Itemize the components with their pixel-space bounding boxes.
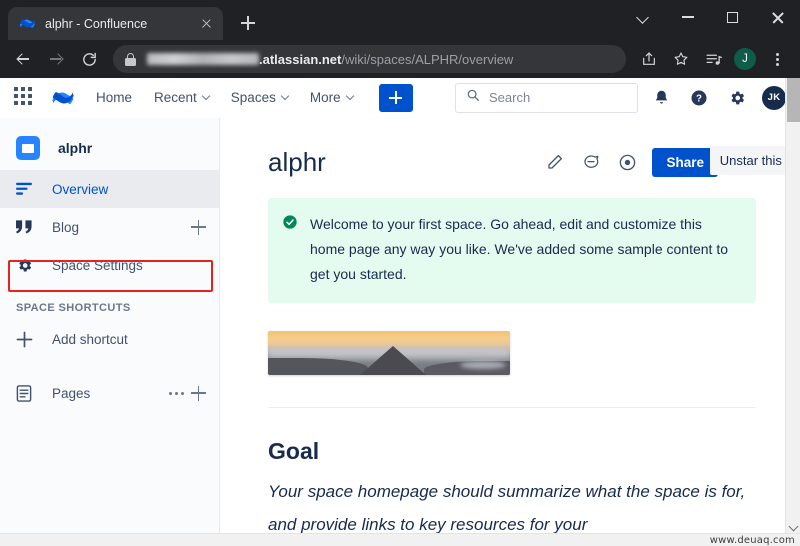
- watch-eye-icon[interactable]: [612, 147, 642, 177]
- settings-gear-icon[interactable]: [722, 83, 752, 113]
- address-bar-url: .atlassian.net/wiki/spaces/ALPHR/overvie…: [259, 52, 513, 67]
- window-controls: [620, 0, 800, 34]
- svg-text:?: ?: [696, 93, 702, 104]
- add-blog-post-icon[interactable]: [191, 219, 207, 235]
- space-avatar-icon: [16, 136, 40, 160]
- nav-item-more[interactable]: More: [309, 90, 354, 105]
- chevron-down-icon: [345, 91, 354, 101]
- browser-tab-title: alphr - Confluence: [45, 16, 148, 31]
- confluence-logo-icon[interactable]: [50, 86, 76, 110]
- space-shortcuts-header: SPACE SHORTCUTS: [16, 302, 131, 314]
- sidebar-item-label: Space Settings: [52, 257, 143, 273]
- pages-more-options-icon[interactable]: [169, 385, 187, 401]
- nav-item-spaces[interactable]: Spaces: [230, 90, 290, 105]
- maximize-icon[interactable]: [710, 0, 755, 34]
- search-icon: [466, 88, 480, 107]
- share-button[interactable]: Share: [652, 147, 718, 177]
- sidebar-item-label: Add shortcut: [52, 331, 128, 347]
- user-avatar-initials: JK: [767, 92, 781, 103]
- sidebar-item-label: Overview: [52, 181, 109, 197]
- chevron-down-icon: [280, 91, 290, 101]
- content-divider: [268, 407, 756, 408]
- horizontal-scrollbar[interactable]: www.deuaq.com: [0, 533, 800, 546]
- add-page-icon[interactable]: [191, 385, 207, 401]
- page-viewport: Home Recent Spaces More Search ? JK alph…: [0, 78, 800, 546]
- browser-window: alphr - Confluence .atlassian.net/wiki/s…: [0, 0, 800, 546]
- browser-titlebar: alphr - Confluence: [0, 0, 800, 40]
- search-placeholder: Search: [489, 90, 531, 105]
- redacted-url-segment: [147, 53, 259, 65]
- reload-button[interactable]: [74, 44, 104, 74]
- address-bar[interactable]: .atlassian.net/wiki/spaces/ALPHR/overvie…: [113, 45, 626, 73]
- url-domain: .atlassian.net: [259, 51, 342, 67]
- browser-toolbar: .atlassian.net/wiki/spaces/ALPHR/overvie…: [0, 40, 800, 78]
- watermark-text: www.deuaq.com: [707, 535, 797, 546]
- bookmark-star-icon[interactable]: [666, 44, 696, 74]
- sunset-mountain-photo: [268, 331, 510, 375]
- chevron-down-icon: [201, 91, 211, 101]
- space-sidebar: alphr Overview Blog Space Settings SPACE…: [0, 118, 220, 546]
- comment-icon[interactable]: [576, 147, 606, 177]
- scroll-down-arrow-icon[interactable]: [788, 521, 799, 532]
- welcome-banner: Welcome to your first space. Go ahead, e…: [268, 198, 756, 303]
- plus-icon: [16, 331, 38, 348]
- profile-initial: J: [734, 48, 756, 70]
- forward-button[interactable]: [41, 44, 71, 74]
- overview-icon: [16, 182, 38, 196]
- goal-heading: Goal: [268, 438, 320, 464]
- sidebar-item-label: Blog: [52, 219, 80, 235]
- chevron-down-icon[interactable]: [620, 0, 665, 34]
- browser-tab[interactable]: alphr - Confluence: [8, 7, 223, 40]
- success-check-icon: [282, 214, 298, 230]
- pages-document-icon: [16, 384, 38, 402]
- kebab-menu-icon[interactable]: [762, 44, 792, 74]
- nav-item-label: Home: [96, 90, 133, 105]
- blog-quote-icon: [16, 220, 38, 234]
- help-icon[interactable]: ?: [684, 83, 714, 113]
- nav-item-home[interactable]: Home: [96, 90, 132, 105]
- nav-item-label: Spaces: [230, 90, 276, 105]
- profile-avatar[interactable]: J: [730, 44, 760, 74]
- sidebar-item-space-settings[interactable]: Space Settings: [0, 246, 219, 284]
- confluence-favicon: [19, 15, 36, 32]
- welcome-banner-text: Welcome to your first space. Go ahead, e…: [310, 216, 728, 282]
- sidebar-item-overview[interactable]: Overview: [0, 170, 219, 208]
- reading-list-icon[interactable]: [698, 44, 728, 74]
- confluence-top-nav: Home Recent Spaces More Search ? JK: [0, 78, 800, 118]
- page-title: alphr: [268, 146, 326, 177]
- lock-icon: [125, 52, 136, 66]
- sidebar-item-label: Pages: [52, 385, 91, 401]
- url-path: /wiki/spaces/ALPHR/overview: [341, 51, 514, 67]
- new-tab-button[interactable]: [234, 9, 262, 37]
- app-switcher-icon[interactable]: [14, 86, 36, 109]
- vertical-scrollbar-thumb[interactable]: [787, 78, 800, 122]
- back-button[interactable]: [8, 44, 38, 74]
- space-name-label: alphr: [58, 140, 93, 156]
- top-nav-right: Search ? JK: [455, 82, 786, 113]
- user-avatar[interactable]: JK: [762, 85, 786, 110]
- space-header[interactable]: alphr: [0, 126, 219, 170]
- gear-icon: [16, 257, 38, 274]
- nav-item-label: More: [309, 90, 341, 105]
- nav-item-recent[interactable]: Recent: [154, 90, 211, 105]
- nav-item-label: Recent: [154, 90, 197, 105]
- sidebar-item-add-shortcut[interactable]: Add shortcut: [0, 320, 219, 358]
- sidebar-item-pages[interactable]: Pages: [0, 374, 219, 412]
- main-content: alphr Share Unstar this s Welcome to you…: [220, 118, 800, 546]
- goal-paragraph: Your space homepage should summarize wha…: [268, 482, 746, 534]
- page-body: alphr Overview Blog Space Settings SPACE…: [0, 118, 800, 546]
- vertical-scrollbar[interactable]: [785, 78, 800, 546]
- share-icon[interactable]: [634, 44, 664, 74]
- minimize-icon[interactable]: [665, 0, 710, 34]
- create-button[interactable]: [378, 83, 413, 112]
- page-header: alphr Share Unstar this s: [268, 140, 800, 184]
- search-input[interactable]: Search: [455, 82, 638, 113]
- sidebar-item-blog[interactable]: Blog: [0, 208, 219, 246]
- close-tab-icon[interactable]: [198, 15, 215, 32]
- notifications-bell-icon[interactable]: [646, 83, 676, 113]
- edit-pencil-icon[interactable]: [540, 147, 570, 177]
- close-window-icon[interactable]: [755, 0, 800, 34]
